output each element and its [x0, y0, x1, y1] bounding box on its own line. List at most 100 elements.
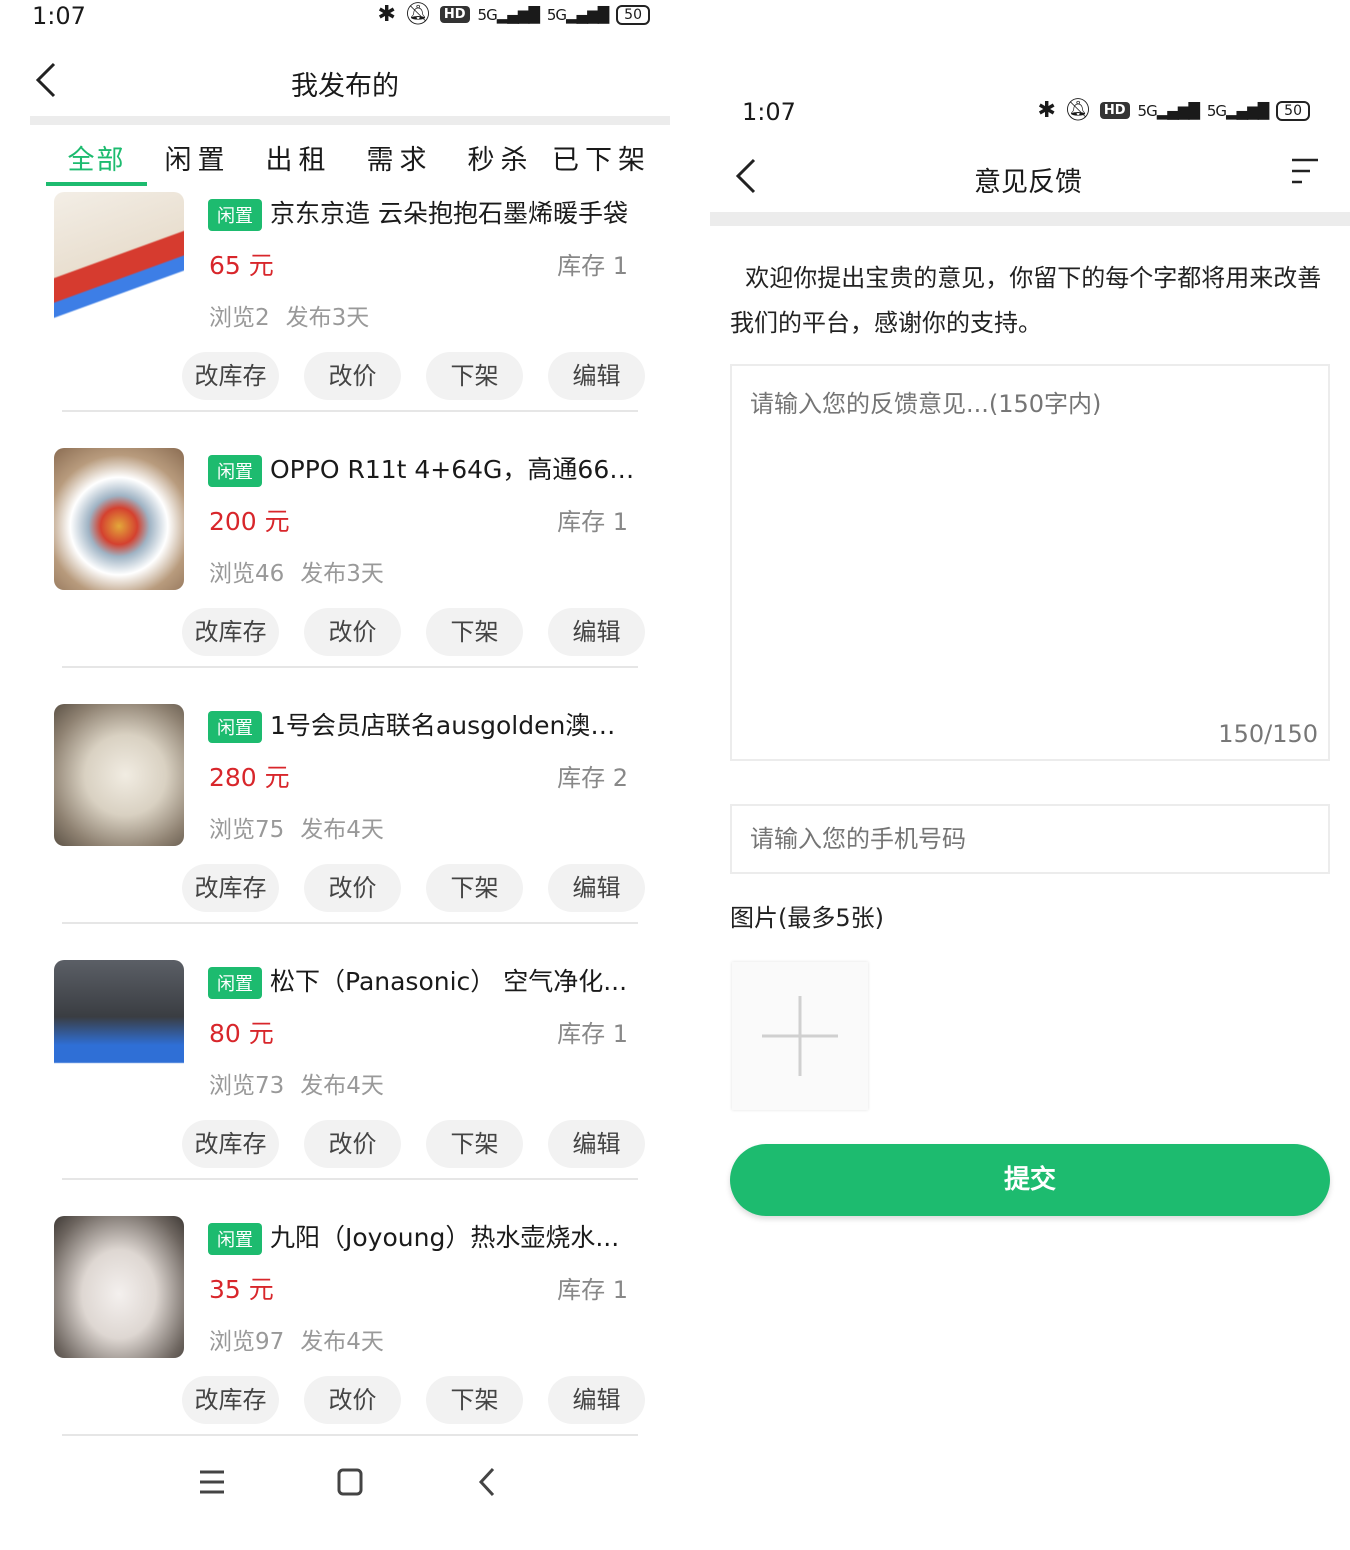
item-stock: 库存 1 — [557, 1020, 628, 1048]
image-label: 图片(最多5张) — [730, 904, 884, 932]
item-stock: 库存 1 — [557, 508, 628, 536]
feedback-screen: 1:07 ✱ 🔕︎ HD 5G▂▄▆█ 5G▂▄▆█ 50 意见反馈 欢迎你提出… — [710, 0, 1350, 1550]
item-meta: 浏览2 发布3天 — [209, 298, 369, 332]
tab-flash-sale[interactable]: 秒杀 — [450, 130, 551, 186]
change-price-button[interactable]: 改价 — [304, 352, 401, 400]
intro-text: 欢迎你提出宝贵的意见，你留下的每个字都将用来改善我们的平台，感谢你的支持。 — [730, 256, 1330, 346]
mute-icon: 🔕︎ — [403, 2, 432, 27]
delist-button[interactable]: 下架 — [426, 864, 523, 912]
item-posted: 发布4天 — [300, 1329, 384, 1355]
tab-all[interactable]: 全部 — [46, 130, 147, 186]
item-meta: 浏览73 发布4天 — [209, 1066, 384, 1100]
item-title: 闲置 九阳（Joyoung）热水壶烧水... — [208, 1218, 638, 1255]
edit-button[interactable]: 编辑 — [548, 608, 645, 656]
idle-tag: 闲置 — [208, 1223, 262, 1255]
sort-menu-icon[interactable] — [1290, 156, 1320, 186]
list-item[interactable]: 闲置 OPPO R11t 4+64G，高通660... 200 元 库存 1 浏览… — [0, 448, 690, 704]
item-divider — [62, 666, 638, 668]
edit-button[interactable]: 编辑 — [548, 1120, 645, 1168]
menu-icon[interactable] — [192, 1462, 232, 1502]
product-thumbnail — [54, 960, 184, 1102]
item-views: 浏览75 — [209, 817, 285, 843]
item-views: 浏览73 — [209, 1073, 285, 1099]
submit-button[interactable]: 提交 — [730, 1144, 1330, 1216]
edit-button[interactable]: 编辑 — [548, 1376, 645, 1424]
item-divider — [62, 410, 638, 412]
change-stock-button[interactable]: 改库存 — [182, 864, 279, 912]
item-divider — [62, 922, 638, 924]
list-item[interactable]: 闲置 九阳（Joyoung）热水壶烧水... 35 元 库存 1 浏览97 发布4天… — [0, 1216, 690, 1472]
char-counter: 150/150 — [1218, 720, 1318, 748]
product-thumbnail — [54, 192, 184, 334]
delist-button[interactable]: 下架 — [426, 1120, 523, 1168]
list-item[interactable]: 闲置 1号会员店联名ausgolden澳洲1... 280 元 库存 2 浏览75… — [0, 704, 690, 960]
page-title: 意见反馈 — [974, 167, 1082, 198]
item-posted: 发布4天 — [300, 1073, 384, 1099]
item-actions: 改库存 改价 下架 编辑 — [182, 608, 645, 656]
feedback-input[interactable] — [730, 364, 1330, 761]
category-tabs: 全部 闲置 出租 需求 秒杀 已下架 — [46, 130, 660, 186]
delist-button[interactable]: 下架 — [426, 608, 523, 656]
list-item[interactable]: 闲置 松下（Panasonic） 空气净化... 80 元 库存 1 浏览73 发布… — [0, 960, 690, 1216]
delist-button[interactable]: 下架 — [426, 352, 523, 400]
item-meta: 浏览75 发布4天 — [209, 810, 384, 844]
tab-demand[interactable]: 需求 — [349, 130, 450, 186]
item-actions: 改库存 改价 下架 编辑 — [182, 1120, 645, 1168]
battery-icon: 50 — [1276, 100, 1310, 121]
change-stock-button[interactable]: 改库存 — [182, 608, 279, 656]
change-price-button[interactable]: 改价 — [304, 1376, 401, 1424]
back-icon[interactable] — [468, 1462, 508, 1502]
item-title-text: 1号会员店联名ausgolden澳洲1... — [270, 711, 638, 740]
header-divider — [710, 212, 1350, 226]
bluetooth-icon: ✱ — [1037, 98, 1056, 123]
item-price: 80 元 — [209, 1019, 274, 1048]
idle-tag: 闲置 — [208, 455, 262, 487]
status-icons: ✱ 🔕︎ HD 5G▂▄▆█ 5G▂▄▆█ 50 — [1037, 98, 1310, 123]
edit-button[interactable]: 编辑 — [548, 352, 645, 400]
tab-idle[interactable]: 闲置 — [147, 130, 248, 186]
signal-icon-2: 5G▂▄▆█ — [1206, 101, 1269, 120]
item-title: 闲置 1号会员店联名ausgolden澳洲1... — [208, 706, 638, 743]
item-actions: 改库存 改价 下架 编辑 — [182, 352, 645, 400]
product-thumbnail — [54, 448, 184, 590]
change-stock-button[interactable]: 改库存 — [182, 352, 279, 400]
status-icons: ✱ 🔕︎ HD 5G▂▄▆█ 5G▂▄▆█ 50 — [378, 2, 650, 27]
change-price-button[interactable]: 改价 — [304, 864, 401, 912]
item-views: 浏览97 — [209, 1329, 285, 1355]
status-bar: 1:07 ✱ 🔕︎ HD 5G▂▄▆█ 5G▂▄▆█ 50 — [0, 0, 690, 36]
tab-delisted[interactable]: 已下架 — [551, 130, 652, 186]
tab-rent[interactable]: 出租 — [248, 130, 349, 186]
home-icon[interactable] — [330, 1462, 370, 1502]
idle-tag: 闲置 — [208, 967, 262, 999]
hd-icon: HD — [1099, 102, 1130, 119]
phone-input[interactable] — [730, 804, 1330, 874]
system-nav-bar — [0, 1462, 690, 1506]
signal-icon-2: 5G▂▄▆█ — [546, 5, 609, 24]
item-posted: 发布3天 — [285, 305, 370, 331]
change-price-button[interactable]: 改价 — [304, 608, 401, 656]
item-title-text: OPPO R11t 4+64G，高通660... — [270, 455, 638, 484]
item-title: 闲置 京东京造 云朵抱抱石墨烯暖手袋 — [208, 194, 638, 231]
idle-tag: 闲置 — [208, 711, 262, 743]
top-nav: 意见反馈 — [710, 142, 1350, 212]
change-price-button[interactable]: 改价 — [304, 1120, 401, 1168]
list-item[interactable]: 闲置 京东京造 云朵抱抱石墨烯暖手袋 65 元 库存 1 浏览2 发布3天 改库存 … — [0, 192, 690, 448]
status-time: 1:07 — [742, 98, 796, 126]
item-views: 浏览2 — [209, 305, 270, 331]
delist-button[interactable]: 下架 — [426, 1376, 523, 1424]
add-image-button[interactable] — [732, 962, 868, 1110]
item-title-text: 京东京造 云朵抱抱石墨烯暖手袋 — [270, 199, 628, 228]
status-time: 1:07 — [32, 2, 86, 30]
item-actions: 改库存 改价 下架 编辑 — [182, 864, 645, 912]
mute-icon: 🔕︎ — [1063, 98, 1092, 123]
idle-tag: 闲置 — [208, 199, 262, 231]
item-title-text: 九阳（Joyoung）热水壶烧水... — [270, 1223, 620, 1252]
item-divider — [62, 1434, 638, 1436]
product-thumbnail — [54, 704, 184, 846]
change-stock-button[interactable]: 改库存 — [182, 1120, 279, 1168]
edit-button[interactable]: 编辑 — [548, 864, 645, 912]
battery-icon: 50 — [616, 4, 650, 25]
product-thumbnail — [54, 1216, 184, 1358]
header-divider — [30, 116, 670, 125]
change-stock-button[interactable]: 改库存 — [182, 1376, 279, 1424]
